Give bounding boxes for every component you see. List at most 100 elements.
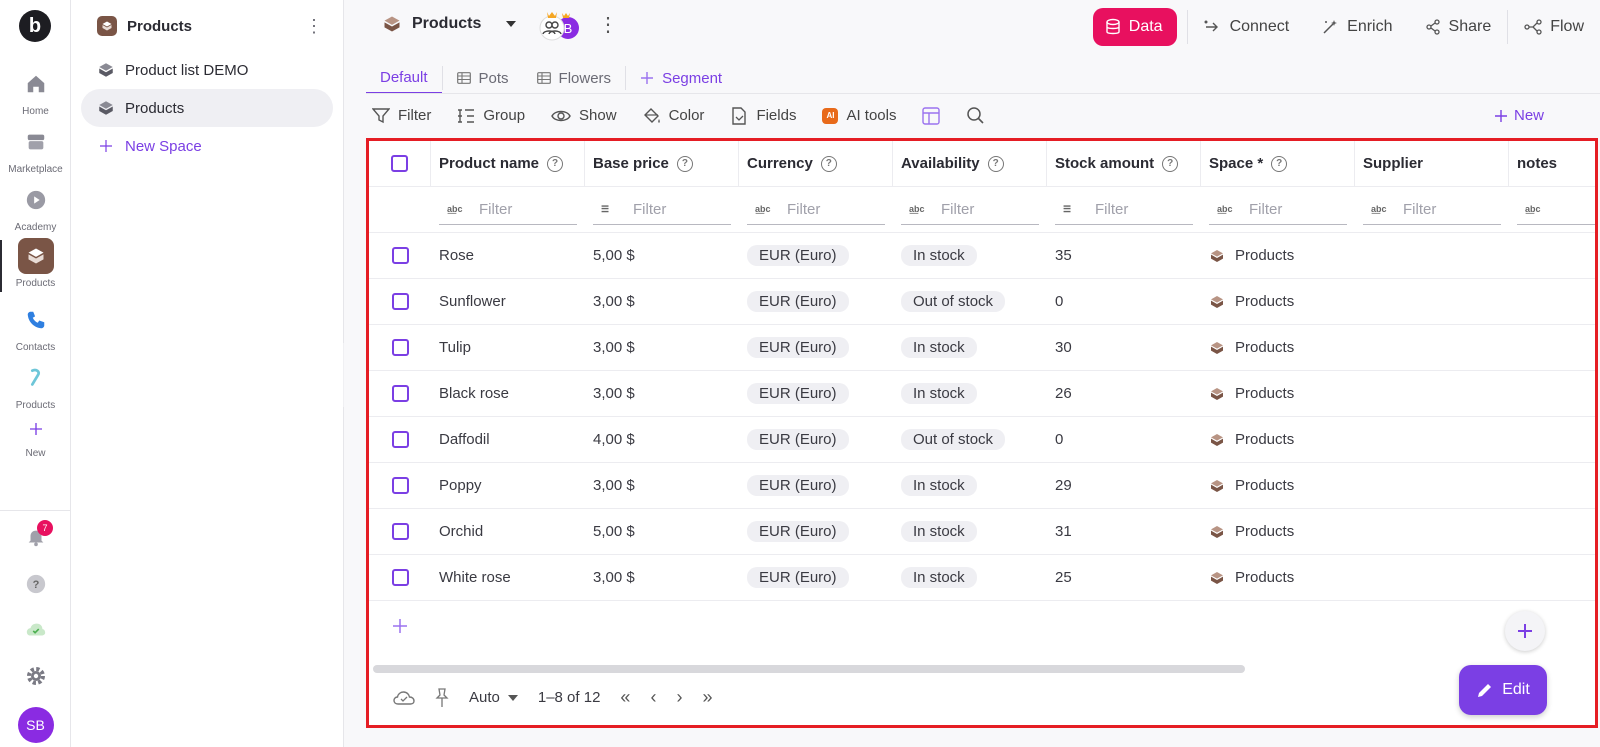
column-header-notes[interactable]: notes xyxy=(1509,141,1595,186)
cell-base-price[interactable]: 3,00 $ xyxy=(585,325,739,370)
cell-space[interactable]: Products xyxy=(1201,417,1355,462)
cell-product-name[interactable]: Tulip xyxy=(431,325,585,370)
tab-flowers[interactable]: Flowers xyxy=(523,62,626,94)
new-space-button[interactable]: New Space xyxy=(81,127,333,165)
rail-contacts[interactable]: Contacts xyxy=(0,302,71,353)
filter-input-base-price[interactable]: ☰ Filter xyxy=(593,195,731,225)
cell-availability[interactable]: Out of stock xyxy=(893,417,1047,462)
select-all-checkbox[interactable] xyxy=(391,155,408,172)
table-row[interactable]: Sunflower 3,00 $ EUR (Euro) Out of stock 0 Pr… xyxy=(369,279,1595,325)
cell-stock-amount[interactable]: 0 xyxy=(1047,279,1201,324)
table-row[interactable]: Tulip 3,00 $ EUR (Euro) In stock 30 Products xyxy=(369,325,1595,371)
fields-button[interactable]: Fields xyxy=(730,106,796,125)
cell-space[interactable]: Products xyxy=(1201,463,1355,508)
cell-supplier[interactable] xyxy=(1355,463,1509,508)
cell-notes[interactable] xyxy=(1509,371,1595,416)
data-button[interactable]: Data xyxy=(1092,8,1177,46)
column-header-stock-amount[interactable]: Stock amount? xyxy=(1047,141,1201,186)
page-size-select[interactable]: Auto xyxy=(469,689,518,706)
table-row[interactable]: Orchid 5,00 $ EUR (Euro) In stock 31 Products xyxy=(369,509,1595,555)
cell-supplier[interactable] xyxy=(1355,279,1509,324)
cell-space[interactable]: Products xyxy=(1201,555,1355,600)
cell-availability[interactable]: In stock xyxy=(893,233,1047,278)
table-row[interactable]: Poppy 3,00 $ EUR (Euro) In stock 29 Products xyxy=(369,463,1595,509)
table-row[interactable]: Rose 5,00 $ EUR (Euro) In stock 35 Products xyxy=(369,233,1595,279)
column-header-supplier[interactable]: Supplier xyxy=(1355,141,1509,186)
cell-base-price[interactable]: 4,00 $ xyxy=(585,417,739,462)
cell-stock-amount[interactable]: 25 xyxy=(1047,555,1201,600)
rail-products[interactable]: Products xyxy=(0,238,71,289)
cell-supplier[interactable] xyxy=(1355,233,1509,278)
cloud-icon[interactable] xyxy=(393,689,415,707)
cell-availability[interactable]: Out of stock xyxy=(893,279,1047,324)
cell-space[interactable]: Products xyxy=(1201,279,1355,324)
edit-button[interactable]: Edit xyxy=(1459,665,1547,715)
user-avatar[interactable]: SB xyxy=(0,707,71,743)
color-button[interactable]: Color xyxy=(643,107,704,125)
settings-button[interactable] xyxy=(0,664,71,688)
help-icon[interactable]: ? xyxy=(547,155,564,172)
column-header-product-name[interactable]: Product name? xyxy=(431,141,585,186)
cell-currency[interactable]: EUR (Euro) xyxy=(739,463,893,508)
cell-stock-amount[interactable]: 31 xyxy=(1047,509,1201,554)
row-checkbox[interactable] xyxy=(391,339,409,356)
previous-page-icon[interactable]: ‹ xyxy=(650,687,656,708)
more-options-icon[interactable]: ⋮ xyxy=(598,12,618,37)
filter-input-notes[interactable]: a͟bc xyxy=(1517,195,1595,225)
search-button[interactable] xyxy=(966,106,985,125)
filter-input-availability[interactable]: a͟bc Filter xyxy=(901,195,1039,225)
column-header-currency[interactable]: Currency? xyxy=(739,141,893,186)
next-page-icon[interactable]: › xyxy=(676,687,682,708)
new-record-button[interactable]: New xyxy=(1494,107,1544,124)
column-header-availability[interactable]: Availability? xyxy=(893,141,1047,186)
cell-product-name[interactable]: Poppy xyxy=(431,463,585,508)
row-checkbox[interactable] xyxy=(391,523,409,540)
cell-space[interactable]: Products xyxy=(1201,371,1355,416)
table-row[interactable]: Daffodil 4,00 $ EUR (Euro) Out of stock 0 Pro… xyxy=(369,417,1595,463)
cell-notes[interactable] xyxy=(1509,555,1595,600)
collaborators[interactable]: B xyxy=(534,10,582,44)
help-icon[interactable]: ? xyxy=(1162,155,1179,172)
last-page-icon[interactable]: » xyxy=(702,687,712,708)
pin-icon[interactable] xyxy=(435,687,449,708)
space-item-products[interactable]: Products xyxy=(81,89,333,127)
help-icon[interactable]: ? xyxy=(1271,155,1288,172)
help-button[interactable]: ? xyxy=(0,573,71,595)
spaces-more-icon[interactable]: ⋮ xyxy=(305,16,323,37)
row-checkbox[interactable] xyxy=(391,477,409,494)
add-segment-button[interactable]: Segment xyxy=(626,62,736,94)
cell-notes[interactable] xyxy=(1509,509,1595,554)
cell-availability[interactable]: In stock xyxy=(893,509,1047,554)
cell-availability[interactable]: In stock xyxy=(893,463,1047,508)
cell-stock-amount[interactable]: 26 xyxy=(1047,371,1201,416)
cell-space[interactable]: Products xyxy=(1201,509,1355,554)
cell-stock-amount[interactable]: 29 xyxy=(1047,463,1201,508)
cell-currency[interactable]: EUR (Euro) xyxy=(739,233,893,278)
cell-supplier[interactable] xyxy=(1355,417,1509,462)
cell-notes[interactable] xyxy=(1509,417,1595,462)
row-checkbox[interactable] xyxy=(391,569,409,586)
flow-button[interactable]: Flow xyxy=(1508,8,1600,46)
cell-space[interactable]: Products xyxy=(1201,233,1355,278)
filter-input-product-name[interactable]: a͟bc Filter xyxy=(439,195,577,225)
cell-currency[interactable]: EUR (Euro) xyxy=(739,279,893,324)
notifications-button[interactable] xyxy=(0,526,71,548)
cell-notes[interactable] xyxy=(1509,279,1595,324)
row-checkbox[interactable] xyxy=(391,247,409,264)
help-icon[interactable]: ? xyxy=(987,155,1004,172)
cell-currency[interactable]: EUR (Euro) xyxy=(739,555,893,600)
cell-notes[interactable] xyxy=(1509,325,1595,370)
cell-base-price[interactable]: 5,00 $ xyxy=(585,233,739,278)
cell-base-price[interactable]: 3,00 $ xyxy=(585,371,739,416)
cell-stock-amount[interactable]: 35 xyxy=(1047,233,1201,278)
cell-base-price[interactable]: 3,00 $ xyxy=(585,463,739,508)
column-header-base-price[interactable]: Base price? xyxy=(585,141,739,186)
enrich-button[interactable]: Enrich xyxy=(1305,8,1408,46)
rail-new[interactable]: New xyxy=(0,414,71,459)
cell-currency[interactable]: EUR (Euro) xyxy=(739,371,893,416)
cell-availability[interactable]: In stock xyxy=(893,555,1047,600)
cell-product-name[interactable]: Daffodil xyxy=(431,417,585,462)
cell-stock-amount[interactable]: 30 xyxy=(1047,325,1201,370)
cell-product-name[interactable]: White rose xyxy=(431,555,585,600)
ai-tools-button[interactable]: AI AI tools xyxy=(822,107,896,124)
